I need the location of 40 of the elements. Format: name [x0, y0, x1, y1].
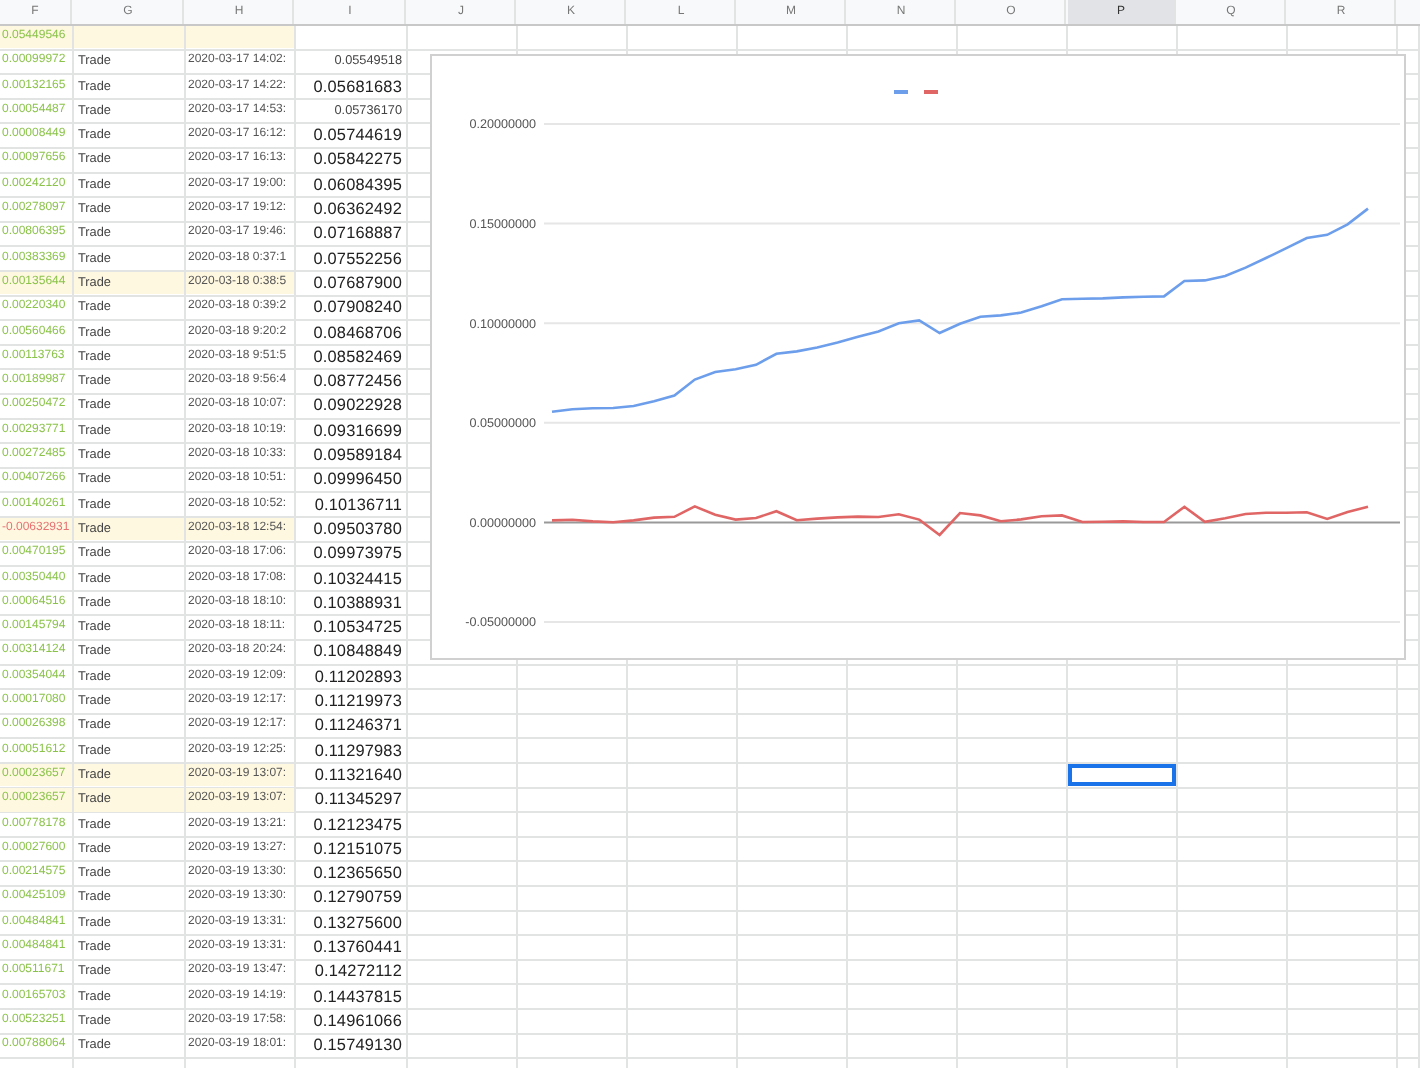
table-cell-text: 0.05842275 [311, 148, 404, 172]
table-cell-text: 0.05681683 [311, 75, 404, 98]
table-cell-text: 0.06362492 [311, 198, 404, 221]
table-cell-text: 0.09589184 [311, 444, 404, 467]
table-cell-text: 0.07552256 [311, 247, 404, 270]
table-cell-text: 0.11321640 [312, 763, 404, 787]
table-cell-text: 0.15749130 [311, 1034, 404, 1057]
table-cell-text: 0.11345297 [312, 788, 404, 811]
table-cell-text: 0.09996450 [311, 468, 404, 492]
table-cell-text: 0.11246371 [312, 714, 404, 738]
table-cell-text: 0.13275600 [311, 911, 404, 934]
table-cell-text: 0.10388931 [311, 591, 404, 615]
table-cell-text: 0.14961066 [311, 1009, 404, 1033]
table-cell-text: 0.12123475 [311, 813, 404, 836]
table-cell-text: 0.14437815 [311, 985, 404, 1008]
table-cell-text: 0.10324415 [311, 567, 404, 590]
table-cell-text: 0.13760441 [311, 935, 404, 959]
table-cell-text: 0.09022928 [311, 394, 404, 418]
table-cell-text: 0.11219973 [312, 690, 404, 713]
table-cell-text: 0.10534725 [311, 616, 404, 639]
table-cell-text: 0.08468706 [311, 321, 404, 344]
table-cell-text: 0.11297983 [312, 739, 404, 762]
table-cell-text: 0.09316699 [311, 419, 404, 443]
table-cell-text: 0.09503780 [311, 517, 404, 541]
table-cell-text: 0.10848849 [311, 640, 404, 664]
table-cell-text: 0.12365650 [311, 862, 404, 885]
table-cell-text: 0.11202893 [312, 665, 404, 689]
table-cell-text: 0.14272112 [312, 960, 404, 984]
table-cell-text: 0.07687900 [311, 271, 404, 295]
table-cell-text: 0.08772456 [311, 370, 404, 393]
table-cell-text: 0.05744619 [311, 124, 404, 147]
table-cell-text: 0.08582469 [311, 345, 404, 369]
table-cell-text: 0.07908240 [311, 296, 404, 320]
selected-cell[interactable] [1068, 763, 1176, 787]
table-cell-text: 0.06084395 [311, 173, 404, 197]
table-cell-text: 0.10136711 [312, 493, 404, 516]
table-cell-text: 0.12790759 [311, 886, 404, 910]
table-cell-text: 0.12151075 [311, 837, 404, 861]
table-cell-text: 0.07168887 [311, 222, 404, 246]
table-cell-text: 0.09973975 [311, 542, 404, 566]
